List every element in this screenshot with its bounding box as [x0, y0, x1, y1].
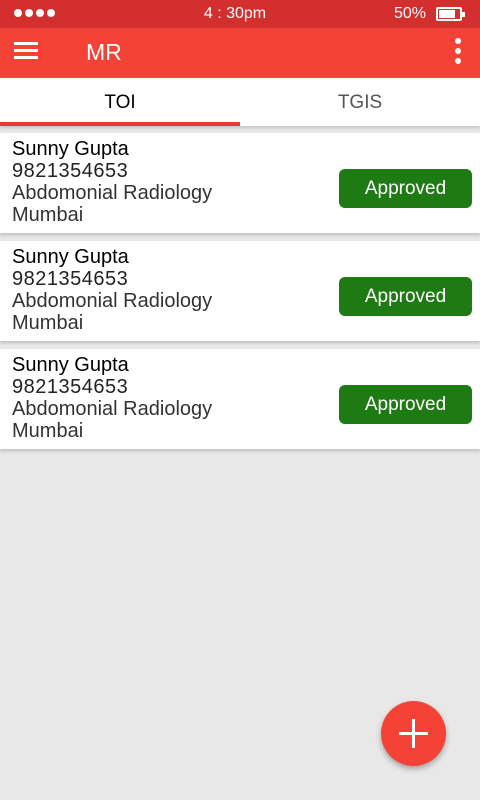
approved-button[interactable]: Approved: [339, 385, 472, 424]
record-name: Sunny Gupta: [12, 354, 129, 376]
record-city: Mumbai: [12, 420, 84, 442]
tab-tgis[interactable]: TGIS: [240, 78, 480, 126]
record-name: Sunny Gupta: [12, 246, 129, 268]
plus-icon: [399, 719, 428, 748]
hamburger-menu-icon[interactable]: [14, 42, 38, 62]
battery-icon: [436, 7, 465, 21]
record-list: Sunny Gupta 9821354653 Abdomonial Radiol…: [0, 133, 480, 457]
list-item[interactable]: Sunny Gupta 9821354653 Abdomonial Radiol…: [0, 349, 480, 449]
app-bar: MR: [0, 28, 480, 78]
record-info: Sunny Gupta 9821354653 Abdomonial Radiol…: [12, 138, 212, 226]
add-button[interactable]: [381, 701, 446, 766]
record-department: Abdomonial Radiology: [12, 290, 213, 312]
record-department: Abdomonial Radiology: [12, 182, 213, 204]
list-item[interactable]: Sunny Gupta 9821354653 Abdomonial Radiol…: [0, 133, 480, 233]
tab-bar: TOI TGIS: [0, 78, 480, 126]
status-bar: 4 : 30pm 50%: [0, 0, 480, 28]
record-phone: 9821354653: [12, 268, 129, 290]
record-phone: 9821354653: [12, 376, 129, 398]
record-city: Mumbai: [12, 204, 84, 226]
list-item[interactable]: Sunny Gupta 9821354653 Abdomonial Radiol…: [0, 241, 480, 341]
record-city: Mumbai: [12, 312, 84, 334]
more-vert-icon[interactable]: [454, 38, 462, 68]
app-title: MR: [86, 39, 122, 65]
approved-button[interactable]: Approved: [339, 169, 472, 208]
record-info: Sunny Gupta 9821354653 Abdomonial Radiol…: [12, 354, 212, 442]
approved-button[interactable]: Approved: [339, 277, 472, 316]
battery-percent: 50%: [393, 5, 426, 22]
record-info: Sunny Gupta 9821354653 Abdomonial Radiol…: [12, 246, 212, 334]
tab-toi[interactable]: TOI: [0, 78, 240, 126]
record-department: Abdomonial Radiology: [12, 398, 213, 420]
record-phone: 9821354653: [12, 160, 129, 182]
record-name: Sunny Gupta: [12, 138, 129, 160]
